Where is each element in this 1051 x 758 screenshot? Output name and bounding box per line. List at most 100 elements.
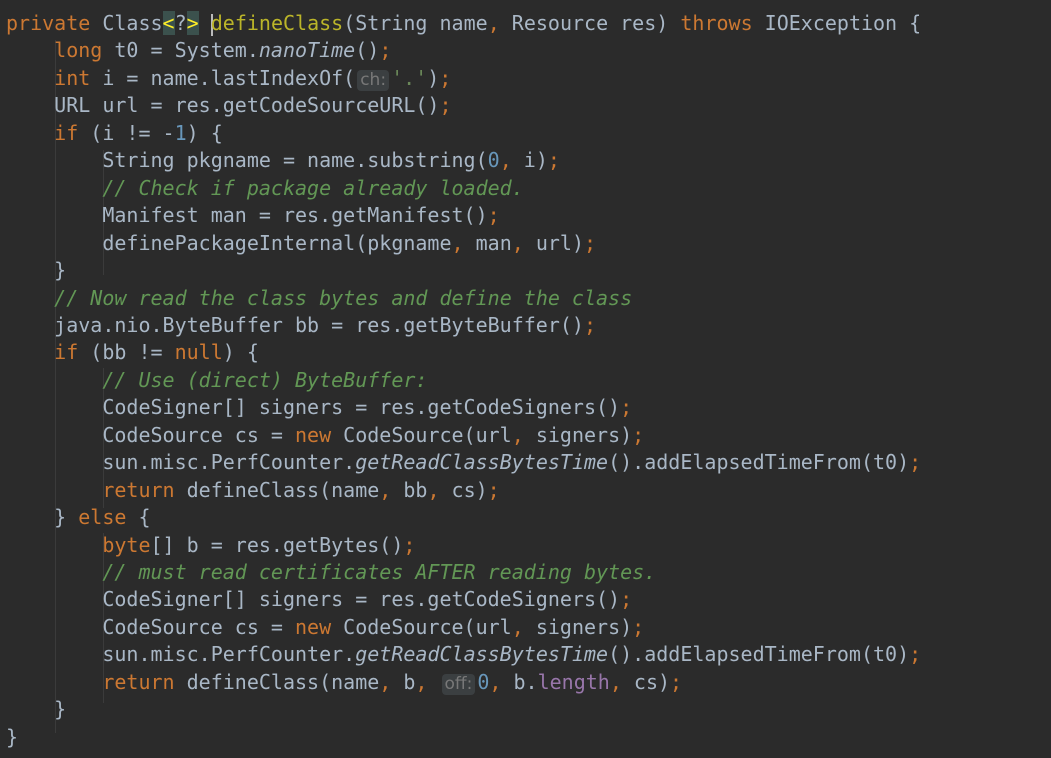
code-token: CodeSource(url <box>331 422 512 447</box>
code-line: byte[] b = res.getBytes(); <box>6 532 415 559</box>
code-token: CodeSigner[] signers = res.getCodeSigner… <box>6 587 621 612</box>
code-token: > <box>186 11 199 35</box>
code-token: // Use (direct) ByteBuffer: <box>102 367 428 392</box>
code-token: () <box>355 38 380 63</box>
code-token: (bb != <box>78 340 175 365</box>
code-line: // Use (direct) ByteBuffer: <box>6 367 427 394</box>
code-token: cs) <box>439 477 488 502</box>
code-token: , <box>609 669 622 694</box>
code-line: int i = name.lastIndexOf(ch: '.'); <box>6 65 451 92</box>
code-token: signers) <box>523 422 633 447</box>
code-token: null <box>174 340 223 365</box>
code-token: , <box>487 11 500 35</box>
parameter-hint: off: <box>441 673 476 695</box>
code-token: if <box>54 120 79 145</box>
code-token: throws <box>680 11 753 35</box>
code-token: CodeSigner[] signers = res.getCodeSigner… <box>6 395 621 420</box>
code-line: if (i != -1) { <box>6 120 223 147</box>
code-token: ; <box>547 148 560 173</box>
code-token: 0 <box>477 669 490 694</box>
code-token: bb <box>391 477 428 502</box>
code-line: String pkgname = name.substring(0, i); <box>6 147 560 174</box>
code-line: CodeSource cs = new CodeSource(url, sign… <box>6 422 644 449</box>
code-line: CodeSource cs = new CodeSource(url, sign… <box>6 614 644 641</box>
parameter-hint: ch: <box>357 69 390 91</box>
code-line: } else { <box>6 504 151 531</box>
code-token: } <box>6 258 67 283</box>
code-token: b. <box>501 669 538 694</box>
code-token: int <box>54 65 91 90</box>
code-token: ; <box>487 477 500 502</box>
code-token: ; <box>439 65 452 90</box>
code-token: ; <box>439 93 452 118</box>
code-token: b <box>391 669 416 694</box>
code-token: getReadClassBytesTime <box>355 450 609 475</box>
code-line: } <box>6 724 18 751</box>
code-token: } <box>6 505 79 530</box>
code-token: ; <box>620 587 633 612</box>
code-token: [] b = res.getBytes() <box>150 532 404 557</box>
code-line: if (bb != null) { <box>6 339 259 366</box>
code-token: , <box>427 477 440 502</box>
code-token: CodeSource(url <box>331 614 512 639</box>
code-line: URL url = res.getCodeSourceURL(); <box>6 92 452 119</box>
code-token: private <box>6 11 91 35</box>
code-line: // Check if package already loaded. <box>6 175 523 202</box>
code-token: 0 <box>487 148 500 173</box>
code-token: java.nio.ByteBuffer bb = res.getByteBuff… <box>6 312 584 337</box>
code-line: CodeSigner[] signers = res.getCodeSigner… <box>6 394 632 421</box>
code-token: signers) <box>523 614 633 639</box>
code-token: Resource res) <box>499 11 681 35</box>
code-token: , <box>511 422 524 447</box>
code-token: < <box>162 11 175 35</box>
code-token: ; <box>909 450 922 475</box>
code-token: 1 <box>174 120 187 145</box>
code-token: ().addElapsedTimeFrom(t0) <box>608 450 910 475</box>
code-token: String pkgname = name.substring( <box>6 148 488 173</box>
code-token: { <box>126 505 151 530</box>
code-line: sun.misc.PerfCounter.getReadClassBytesTi… <box>6 449 921 476</box>
code-token: long <box>54 38 103 63</box>
code-line: // must read certificates AFTER reading … <box>6 559 656 586</box>
code-token: ) <box>427 65 440 90</box>
code-token: , <box>415 669 428 694</box>
code-token: if <box>54 340 79 365</box>
code-token: } <box>6 724 19 749</box>
code-token: return <box>102 477 175 502</box>
code-token: ; <box>620 395 633 420</box>
code-line: java.nio.ByteBuffer bb = res.getByteBuff… <box>6 312 596 339</box>
code-line: private Class<?> defineClass(String name… <box>6 10 921 37</box>
code-token: , <box>489 669 502 694</box>
code-line: Manifest man = res.getManifest(); <box>6 202 500 229</box>
code-token: defineClass <box>210 11 344 35</box>
code-line: long t0 = System.nanoTime(); <box>6 37 391 64</box>
code-token: new <box>294 614 332 639</box>
code-token: , <box>451 230 464 255</box>
code-token: , <box>379 477 392 502</box>
code-token: i = name.lastIndexOf( <box>90 65 356 90</box>
code-token: getReadClassBytesTime <box>355 642 609 667</box>
code-token: , <box>511 614 524 639</box>
code-token: cs) <box>621 669 671 694</box>
code-line: sun.misc.PerfCounter.getReadClassBytesTi… <box>6 641 921 668</box>
code-token: ; <box>584 230 597 255</box>
code-token: // must read certificates AFTER reading … <box>102 560 657 584</box>
code-token: IOException { <box>752 11 922 35</box>
code-token: ; <box>909 642 922 667</box>
code-token: , <box>511 230 524 255</box>
code-editor[interactable]: private Class<?> defineClass(String name… <box>0 0 1051 758</box>
code-token: url) <box>523 230 585 255</box>
code-line: CodeSigner[] signers = res.getCodeSigner… <box>6 586 632 613</box>
code-token: ; <box>487 203 500 228</box>
code-token: ; <box>632 614 645 639</box>
